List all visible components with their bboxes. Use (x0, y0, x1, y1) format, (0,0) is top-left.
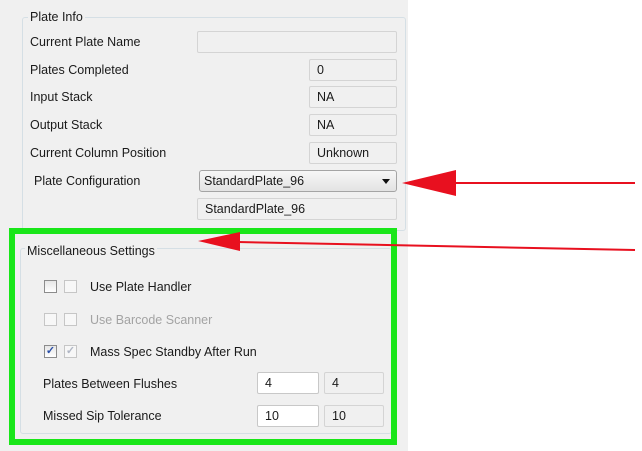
output-stack-field: NA (309, 114, 397, 136)
current-plate-name-field (197, 31, 397, 53)
current-plate-name-label: Current Plate Name (30, 35, 141, 49)
plate-info-title: Plate Info (28, 10, 85, 24)
input-stack-field: NA (309, 86, 397, 108)
current-column-position-label: Current Column Position (30, 146, 167, 160)
plate-configuration-current-field: StandardPlate_96 (197, 198, 397, 220)
chevron-down-icon[interactable] (382, 179, 390, 184)
highlight-box (9, 228, 397, 445)
plate-configuration-dropdown[interactable]: StandardPlate_96 (199, 170, 397, 192)
plates-completed-field: 0 (309, 59, 397, 81)
input-stack-label: Input Stack (30, 90, 93, 104)
plates-completed-label: Plates Completed (30, 63, 129, 77)
output-stack-label: Output Stack (30, 118, 103, 132)
current-column-position-field: Unknown (309, 142, 397, 164)
arrow-plate-configuration-icon (402, 170, 635, 196)
plate-configuration-label: Plate Configuration (34, 174, 141, 188)
plate-configuration-selected: StandardPlate_96 (204, 174, 305, 188)
